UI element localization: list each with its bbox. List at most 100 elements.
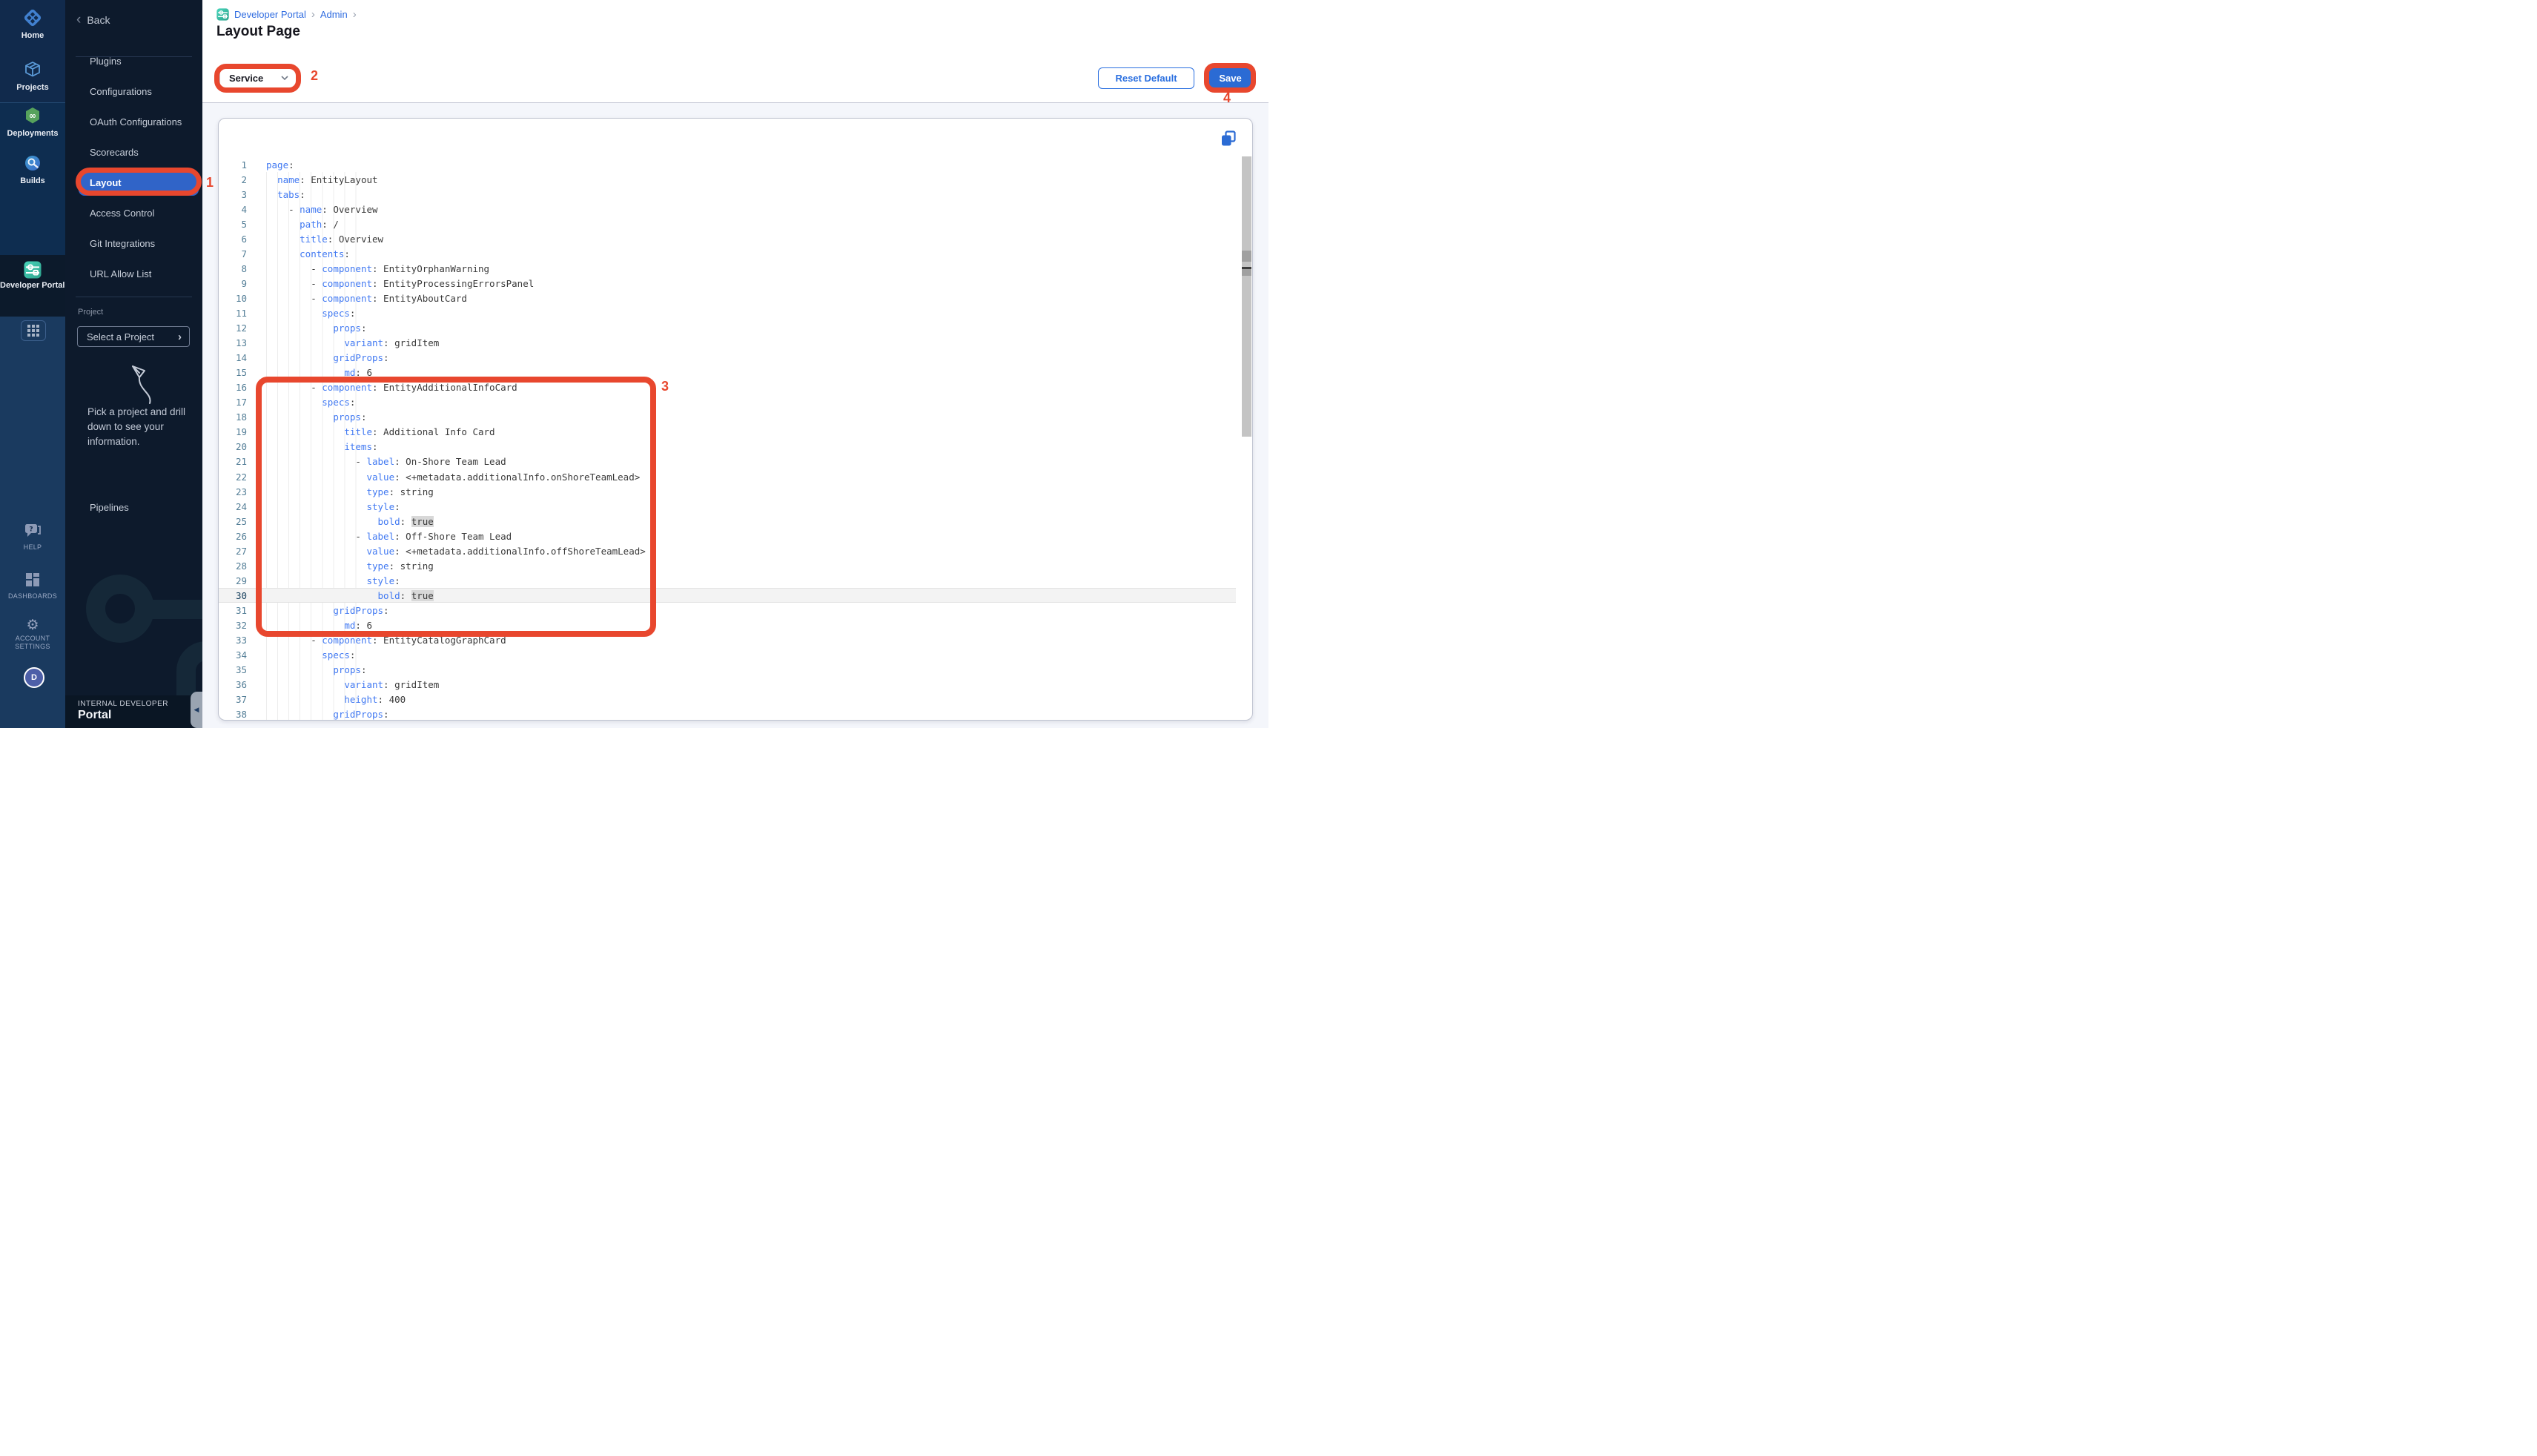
doodle-arrow-icon — [120, 362, 153, 405]
code-line[interactable]: 32 md: 6 — [219, 618, 1236, 632]
entity-type-dropdown[interactable]: Service — [219, 67, 297, 88]
gear-icon: ⚙ — [26, 618, 39, 633]
rail-item-help[interactable]: ? HELP — [0, 522, 65, 553]
annotation-number-3: 3 — [661, 379, 669, 394]
code-line[interactable]: 22 value: <+metadata.additionalInfo.onSh… — [219, 469, 1236, 484]
page-title: Layout Page — [216, 24, 300, 40]
code-line[interactable]: 27 value: <+metadata.additionalInfo.offS… — [219, 543, 1236, 558]
project-selector-label: Select a Project — [87, 331, 154, 343]
code-line[interactable]: 38 gridProps: — [219, 707, 1236, 721]
code-line[interactable]: 29 style: — [219, 573, 1236, 588]
code-line[interactable]: 3 tabs: — [219, 187, 1236, 202]
code-line[interactable]: 18 props: — [219, 410, 1236, 425]
sidebar-item-pipelines[interactable]: Pipelines — [90, 500, 129, 514]
projects-icon — [22, 59, 43, 80]
svg-text:?: ? — [29, 526, 33, 534]
code-line[interactable]: 16 - component: EntityAdditionalInfoCard — [219, 380, 1236, 395]
code-editor-content[interactable]: 1page:2 name: EntityLayout3 tabs:4 - nam… — [219, 157, 1236, 721]
code-line[interactable]: 5 path: / — [219, 216, 1236, 231]
builds-icon — [22, 153, 43, 173]
scrollbar-thumb[interactable] — [1242, 269, 1251, 276]
rail-item-label: ACCOUNT SETTINGS — [9, 635, 56, 651]
breadcrumb-link-developer-portal[interactable]: Developer Portal — [234, 9, 306, 20]
rail-item-home[interactable]: Home — [0, 7, 65, 42]
code-line[interactable]: 15 md: 6 — [219, 365, 1236, 380]
code-line[interactable]: 21 - label: On-Shore Team Lead — [219, 454, 1236, 469]
vertical-scrollbar[interactable] — [1242, 156, 1251, 437]
breadcrumb: Developer Portal › Admin › — [216, 8, 357, 21]
code-line[interactable]: 37 height: 400 — [219, 692, 1236, 707]
rail-item-label: Home — [22, 31, 44, 40]
back-button[interactable]: ‹ Back — [76, 10, 110, 30]
code-line[interactable]: 12 props: — [219, 321, 1236, 336]
sidebar-item-plugins[interactable]: Plugins — [65, 46, 202, 76]
developer-portal-icon — [216, 8, 229, 21]
code-line[interactable]: 9 - component: EntityProcessingErrorsPan… — [219, 276, 1236, 291]
admin-sidebar: ‹ Back PluginsConfigurationsOAuth Config… — [65, 0, 202, 728]
code-line[interactable]: 23 type: string — [219, 484, 1236, 499]
pipelines-label: Pipelines — [90, 502, 129, 513]
rail-item-builds[interactable]: Builds — [0, 153, 65, 187]
code-line[interactable]: 24 style: — [219, 499, 1236, 514]
code-line[interactable]: 17 specs: — [219, 395, 1236, 410]
code-line[interactable]: 1page: — [219, 157, 1236, 172]
project-selector[interactable]: Select a Project › — [77, 326, 190, 347]
code-line[interactable]: 31 gridProps: — [219, 603, 1236, 618]
copy-icon[interactable] — [1220, 130, 1237, 148]
code-line[interactable]: 2 name: EntityLayout — [219, 172, 1236, 187]
dashboards-icon — [24, 571, 42, 589]
rail-item-deployments[interactable]: ∞ Deployments — [0, 105, 65, 139]
breadcrumb-link-admin[interactable]: Admin — [320, 9, 348, 20]
rail-item-label: Projects — [16, 83, 48, 92]
sidebar-collapse-button[interactable]: ◀ — [191, 692, 202, 728]
code-line[interactable]: 36 variant: gridItem — [219, 678, 1236, 692]
sidebar-item-oauth-configurations[interactable]: OAuth Configurations — [65, 107, 202, 137]
code-line[interactable]: 34 specs: — [219, 648, 1236, 663]
rail-item-account-settings[interactable]: ⚙ ACCOUNT SETTINGS — [0, 618, 65, 651]
code-line[interactable]: 33 - component: EntityCatalogGraphCard — [219, 633, 1236, 648]
chevron-down-icon — [281, 76, 288, 80]
code-line[interactable]: 35 props: — [219, 663, 1236, 678]
page-header: Developer Portal › Admin › Layout Page S… — [202, 0, 1268, 102]
code-line[interactable]: 6 title: Overview — [219, 231, 1236, 246]
sidebar-item-url-allow-list[interactable]: URL Allow List — [65, 259, 202, 289]
sidebar-item-configurations[interactable]: Configurations — [65, 76, 202, 107]
code-line[interactable]: 11 specs: — [219, 305, 1236, 320]
chevron-left-icon: ◀ — [194, 706, 199, 714]
code-line[interactable]: 14 gridProps: — [219, 351, 1236, 365]
save-button[interactable]: Save — [1208, 67, 1253, 89]
sidebar-item-scorecards[interactable]: Scorecards — [65, 137, 202, 168]
rail-item-label: Developer Portal — [0, 281, 65, 290]
code-line[interactable]: 25 bold: true — [219, 514, 1236, 529]
rail-item-developer-portal-active[interactable]: Developer Portal — [0, 255, 65, 317]
sidebar-item-layout[interactable]: Layout — [79, 171, 199, 196]
sidebar-item-git-integrations[interactable]: Git Integrations — [65, 228, 202, 259]
code-line[interactable]: 28 type: string — [219, 558, 1236, 573]
user-avatar[interactable]: D — [24, 667, 44, 688]
annotation-number-2: 2 — [311, 68, 318, 84]
code-line[interactable]: 20 items: — [219, 440, 1236, 454]
deployments-icon: ∞ — [22, 105, 43, 126]
reset-default-button[interactable]: Reset Default — [1098, 67, 1194, 89]
code-line[interactable]: 13 variant: gridItem — [219, 336, 1236, 351]
reset-default-label: Reset Default — [1115, 73, 1177, 84]
home-icon — [22, 7, 43, 28]
help-icon: ? — [23, 522, 42, 540]
code-line[interactable]: 4 - name: Overview — [219, 202, 1236, 216]
chevron-right-icon: › — [178, 331, 182, 343]
scrollbar-thumb[interactable] — [1242, 251, 1251, 262]
code-line[interactable]: 30 bold: true — [219, 588, 1236, 603]
developer-portal-icon — [24, 261, 42, 279]
code-line[interactable]: 7 contents: — [219, 246, 1236, 261]
code-line[interactable]: 19 title: Additional Info Card — [219, 425, 1236, 440]
code-line[interactable]: 26 - label: Off-Shore Team Lead — [219, 529, 1236, 543]
rail-item-dashboards[interactable]: DASHBOARDS — [0, 571, 65, 602]
rail-item-projects[interactable]: Projects — [0, 59, 65, 93]
module-grid-button[interactable] — [21, 320, 46, 341]
sidebar-item-access-control[interactable]: Access Control — [65, 198, 202, 228]
code-line[interactable]: 8 - component: EntityOrphanWarning — [219, 261, 1236, 276]
project-section-label: Project — [78, 308, 103, 317]
brand-name: Portal — [78, 709, 111, 722]
code-line[interactable]: 10 - component: EntityAboutCard — [219, 291, 1236, 305]
decorative-circuit-bar — [148, 600, 202, 619]
